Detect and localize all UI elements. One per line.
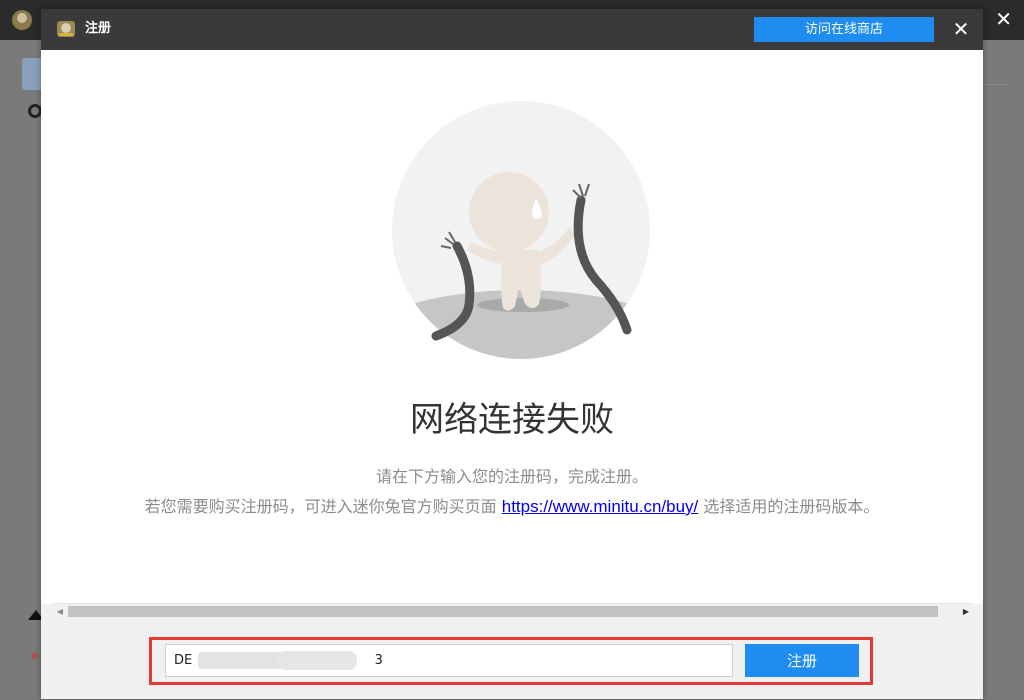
dialog-titlebar: 注册 访问在线商店 ✕ bbox=[41, 9, 983, 50]
app-logo-icon bbox=[57, 21, 75, 37]
purchase-text-suffix: 选择适用的注册码版本。 bbox=[698, 497, 880, 516]
visit-online-store-button[interactable]: 访问在线商店 bbox=[754, 17, 934, 42]
close-icon[interactable]: ✕ bbox=[949, 17, 973, 41]
register-dialog: 注册 访问在线商店 ✕ 网络连接失败 请在下方输入您的注册码，完成注册。 若您需… bbox=[41, 9, 983, 699]
error-title: 网络连接失败 bbox=[410, 400, 614, 440]
expand-icon[interactable]: » bbox=[30, 648, 39, 664]
horizontal-scrollbar[interactable]: ◀ ▶ bbox=[53, 603, 973, 619]
background-right-panel bbox=[984, 84, 1008, 644]
dialog-title: 注册 bbox=[85, 21, 112, 36]
purchase-instruction-text: 若您需要购买注册码，可进入迷你兔官方购买页面 https://www.minit… bbox=[41, 496, 983, 518]
app-logo-icon bbox=[12, 10, 32, 30]
purchase-link[interactable]: https://www.minitu.cn/buy/ bbox=[502, 497, 699, 516]
redacted-code-part bbox=[198, 652, 288, 669]
purchase-text-prefix: 若您需要购买注册码，可进入迷你兔官方购买页面 bbox=[144, 497, 502, 516]
background-close-icon[interactable]: ✕ bbox=[995, 8, 1012, 30]
settings-icon[interactable] bbox=[28, 104, 42, 118]
network-error-illustration bbox=[392, 101, 650, 359]
dialog-content: 网络连接失败 请在下方输入您的注册码，完成注册。 若您需要购买注册码，可进入迷你… bbox=[41, 50, 983, 604]
register-instruction-text: 请在下方输入您的注册码，完成注册。 bbox=[375, 467, 648, 486]
redacted-code-part bbox=[277, 651, 357, 670]
scroll-left-icon[interactable]: ◀ bbox=[53, 604, 67, 619]
scroll-right-icon[interactable]: ▶ bbox=[959, 604, 973, 619]
scrollbar-thumb[interactable] bbox=[68, 606, 938, 617]
registration-footer: 注册 bbox=[41, 629, 983, 699]
register-button[interactable]: 注册 bbox=[745, 644, 859, 677]
